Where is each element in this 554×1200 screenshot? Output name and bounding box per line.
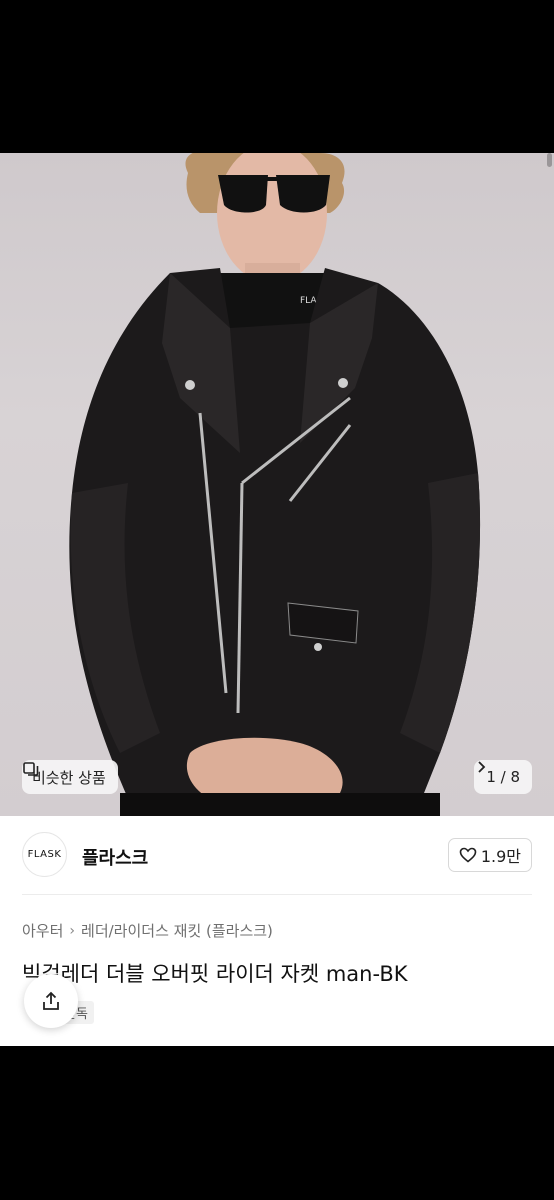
- similar-items-icon: [23, 762, 39, 776]
- image-counter-text: 1 / 8: [486, 768, 520, 786]
- shop-logo[interactable]: FLASK: [22, 832, 67, 877]
- shop-row[interactable]: FLASK 플라스크 1.9만: [0, 816, 554, 894]
- like-button[interactable]: 1.9만: [447, 838, 532, 872]
- breadcrumb-subcategory[interactable]: 레더/라이더스 재킷 (플라스크): [81, 920, 273, 941]
- shop-name[interactable]: 플라스크: [82, 844, 148, 870]
- divider: [22, 894, 532, 895]
- breadcrumb: 아우터 › 레더/라이더스 재킷 (플라스크): [22, 920, 273, 941]
- similar-products-button[interactable]: 비슷한 상품: [22, 760, 118, 794]
- chevron-right-icon: [478, 761, 486, 773]
- similar-products-label: 비슷한 상품: [32, 768, 106, 787]
- heart-icon: [459, 847, 477, 863]
- image-scroll-indicator: [547, 153, 552, 167]
- product-title: 빅걸레더 더블 오버핏 라이더 자켓 man-BK: [22, 962, 408, 986]
- image-counter[interactable]: 1 / 8: [474, 760, 532, 794]
- product-photo-illustration: FLASK: [69, 153, 481, 816]
- share-icon: [43, 991, 59, 1010]
- like-count: 1.9만: [480, 847, 521, 866]
- product-screen: FLASK 비슷한 상품 1 / 8 FLASK 플라스크 1.9만 아우터 ›…: [0, 153, 554, 1046]
- breadcrumb-chevron-icon: ›: [69, 922, 76, 939]
- product-image[interactable]: FLASK 비슷한 상품 1 / 8: [0, 153, 554, 816]
- shop-logo-text: FLASK: [27, 849, 62, 860]
- share-button[interactable]: [24, 974, 78, 1028]
- breadcrumb-category[interactable]: 아우터: [22, 920, 63, 941]
